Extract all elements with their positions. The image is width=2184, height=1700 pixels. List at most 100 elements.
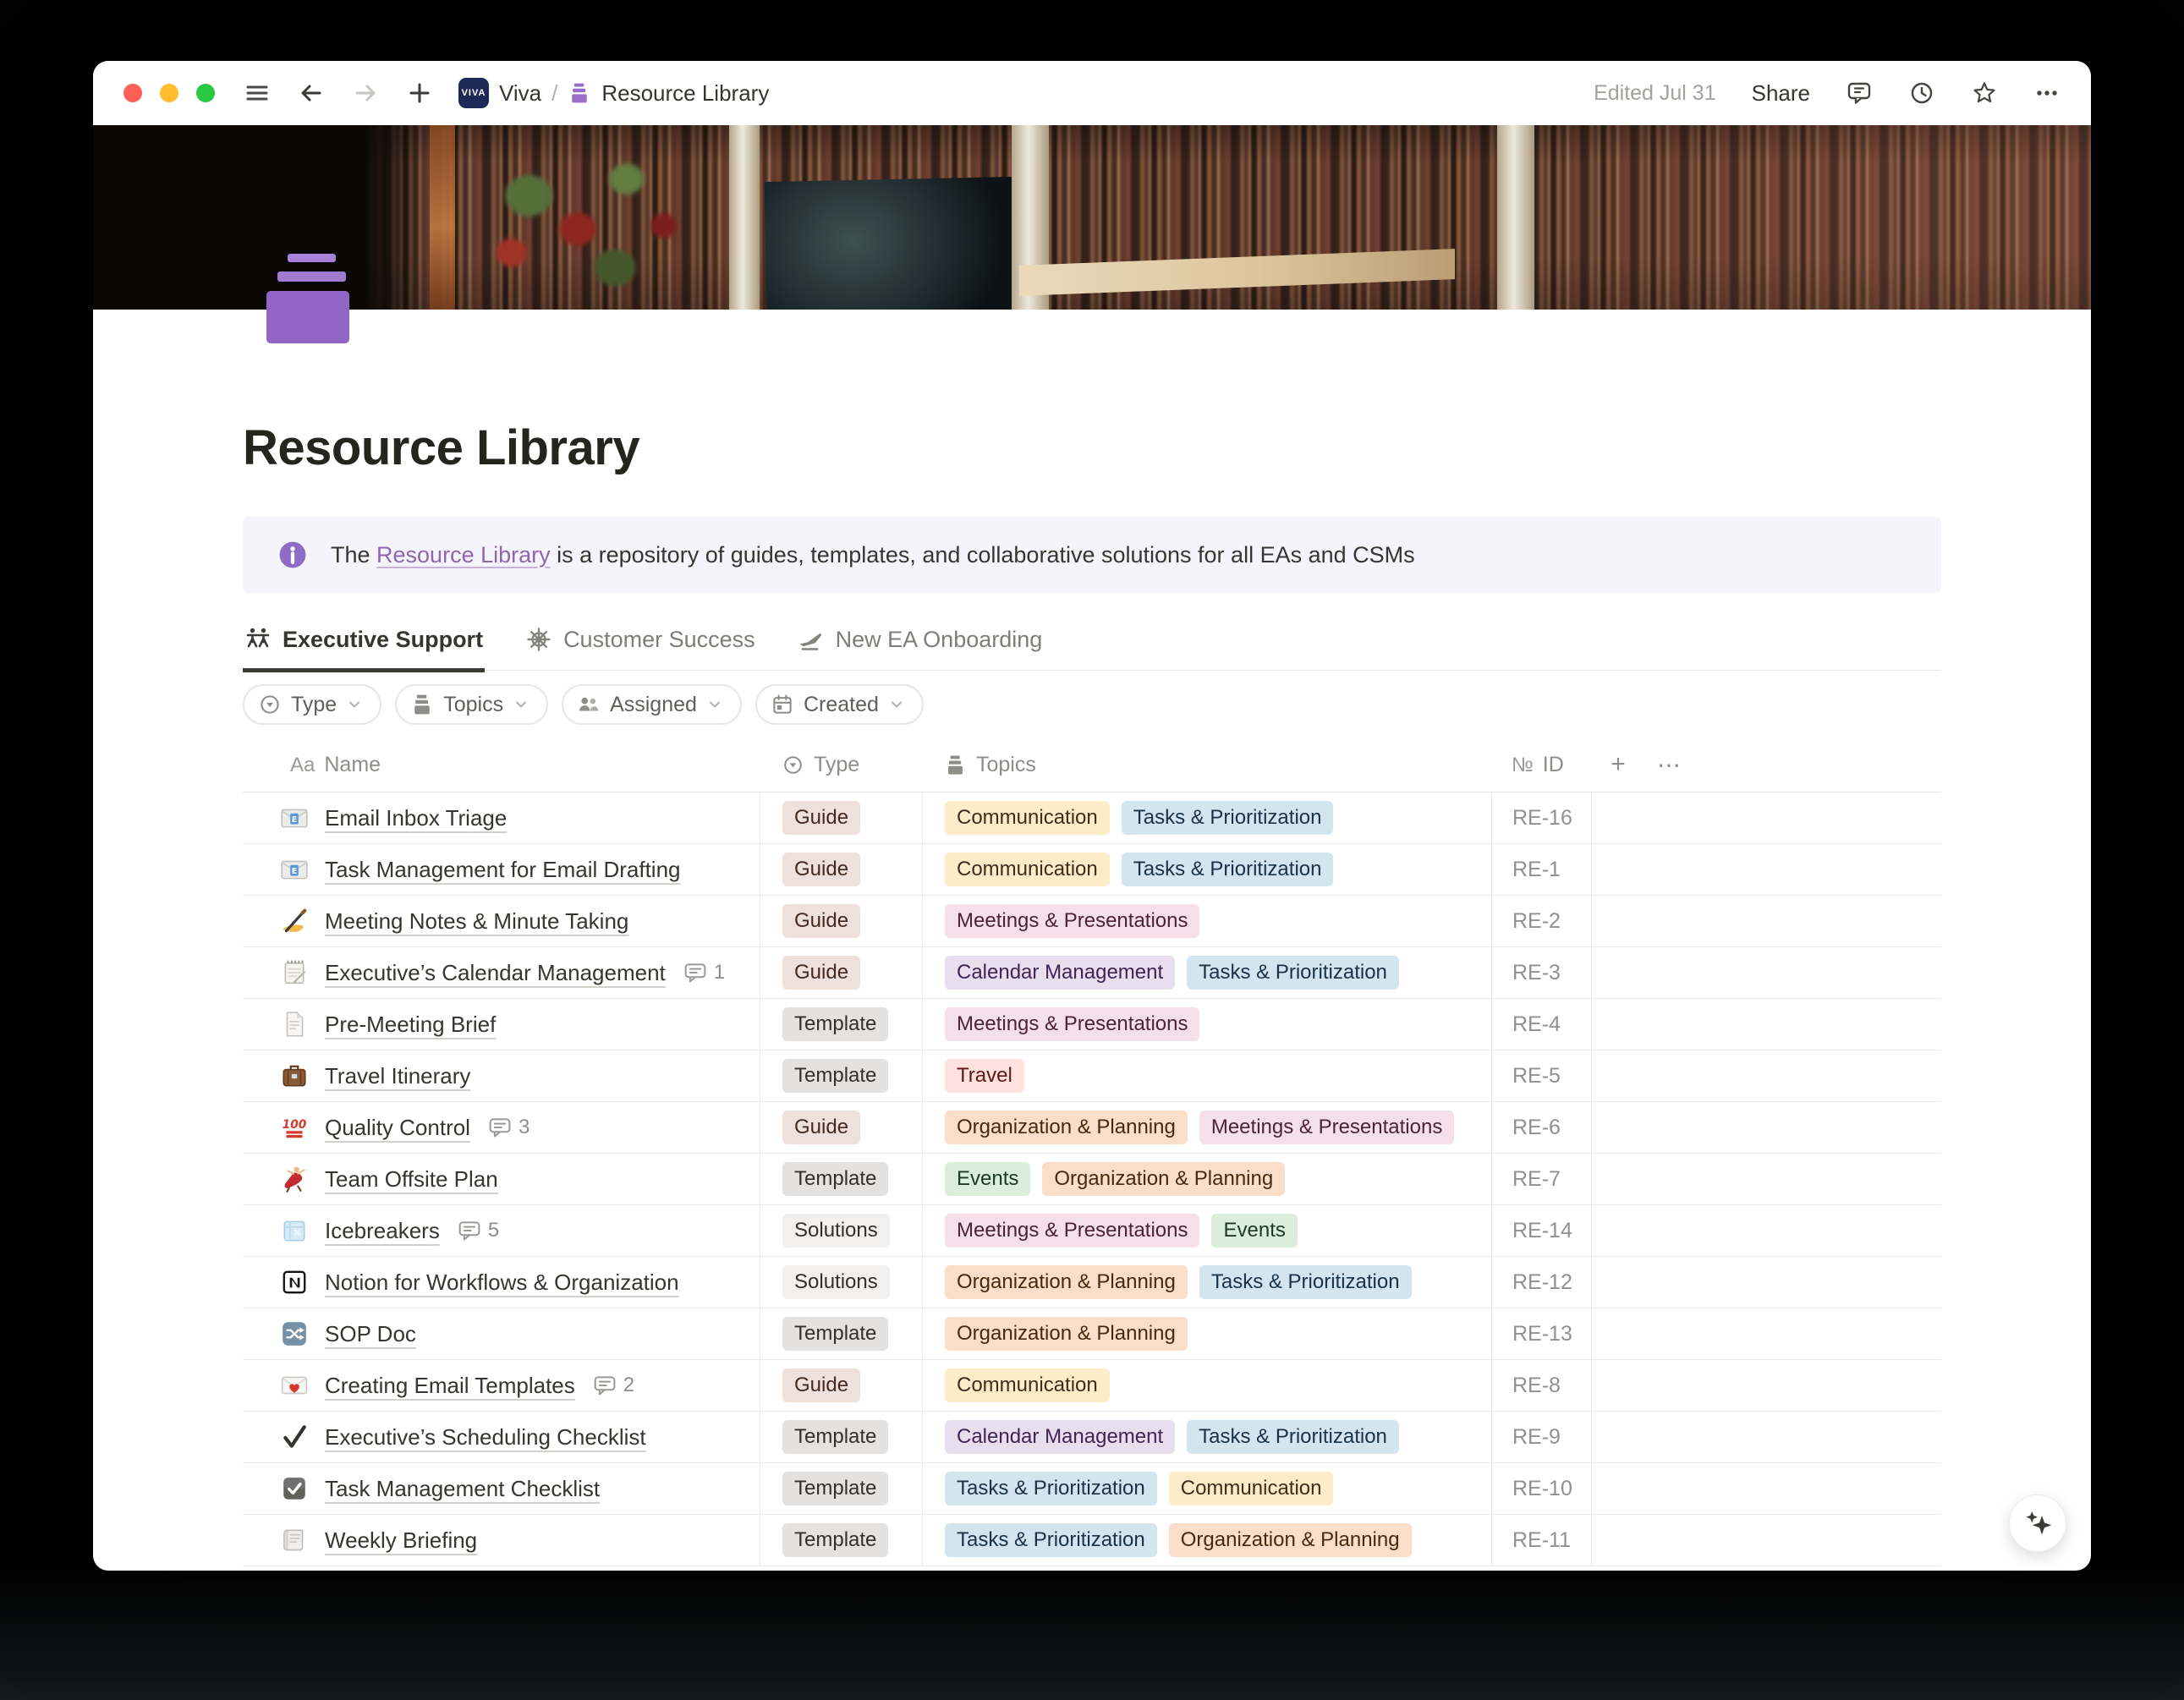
topics-cell[interactable]: Meetings & Presentations — [922, 999, 1491, 1050]
name-cell[interactable]: 100Quality Control3 — [243, 1102, 760, 1153]
type-cell[interactable]: Solutions — [760, 1257, 922, 1308]
table-row[interactable]: SOP DocTemplateOrganization & PlanningRE… — [243, 1308, 1941, 1360]
table-row[interactable]: Executive’s Calendar Management 1 GuideCal… — [243, 947, 1941, 999]
type-cell[interactable]: Guide — [760, 844, 922, 895]
name-cell[interactable]: Weekly Briefing — [243, 1515, 760, 1566]
type-cell[interactable]: Guide — [760, 947, 922, 998]
name-cell[interactable]: EEmail Inbox Triage — [243, 792, 760, 843]
topics-cell[interactable]: Organization & Planning — [922, 1308, 1491, 1359]
tab-customer-success[interactable]: Customer Success — [524, 622, 757, 672]
page-link[interactable]: Notion for Workflows & Organization — [325, 1270, 679, 1296]
topics-cell[interactable]: Calendar ManagementTasks & Prioritizatio… — [922, 1412, 1491, 1462]
topics-cell[interactable]: Tasks & PrioritizationCommunication — [922, 1463, 1491, 1514]
table-row[interactable]: ETask Management for Email DraftingGuide… — [243, 844, 1941, 896]
name-cell[interactable]: Meeting Notes & Minute Taking — [243, 896, 760, 946]
page-link[interactable]: SOP Doc — [325, 1321, 416, 1347]
filter-type[interactable]: Type — [243, 684, 381, 725]
tab-executive-support[interactable]: Executive Support — [243, 622, 485, 672]
tab-new-ea-onboarding[interactable]: New EA Onboarding — [796, 622, 1045, 672]
page-link[interactable]: Executive’s Calendar Management — [325, 960, 666, 986]
page-link[interactable]: Creating Email Templates — [325, 1373, 575, 1399]
topics-cell[interactable]: Meetings & PresentationsEvents — [922, 1205, 1491, 1256]
table-row[interactable]: Creating Email Templates 2 GuideCommunicat… — [243, 1360, 1941, 1412]
sidebar-menu-icon[interactable] — [244, 80, 271, 107]
topics-cell[interactable]: Tasks & PrioritizationOrganization & Pla… — [922, 1515, 1491, 1566]
page-link[interactable]: Email Inbox Triage — [325, 805, 507, 831]
type-cell[interactable]: Template — [760, 1308, 922, 1359]
topics-cell[interactable]: Communication — [922, 1360, 1491, 1411]
name-cell[interactable]: Task Management Checklist — [243, 1463, 760, 1514]
filter-topics[interactable]: Topics — [395, 684, 548, 725]
page-link[interactable]: Meeting Notes & Minute Taking — [325, 908, 628, 935]
type-cell[interactable]: Template — [760, 1515, 922, 1566]
type-cell[interactable]: Guide — [760, 792, 922, 843]
page-link[interactable]: Weekly Briefing — [325, 1527, 477, 1554]
name-cell[interactable]: Executive’s Scheduling Checklist — [243, 1412, 760, 1462]
more-options-icon[interactable] — [2033, 80, 2061, 107]
comments-icon[interactable] — [1846, 80, 1873, 107]
forward-icon[interactable] — [352, 80, 379, 107]
zoom-window-button[interactable] — [196, 84, 215, 102]
table-row[interactable]: Notion for Workflows & Organization Solut… — [243, 1257, 1941, 1308]
back-icon[interactable] — [298, 80, 325, 107]
table-row[interactable]: Executive’s Scheduling Checklist Template… — [243, 1412, 1941, 1463]
type-cell[interactable]: Guide — [760, 896, 922, 946]
filter-assigned[interactable]: Assigned — [562, 684, 742, 725]
workspace-logo[interactable]: VIVA — [458, 78, 489, 108]
minimize-window-button[interactable] — [160, 84, 178, 102]
type-cell[interactable]: Template — [760, 1050, 922, 1101]
page-archive-icon[interactable] — [266, 254, 349, 343]
topics-cell[interactable]: EventsOrganization & Planning — [922, 1154, 1491, 1204]
page-link[interactable]: Icebreakers — [325, 1218, 440, 1244]
name-cell[interactable]: Executive’s Calendar Management 1 — [243, 947, 760, 998]
type-cell[interactable]: Guide — [760, 1360, 922, 1411]
table-row[interactable]: Weekly Briefing TemplateTasks & Prioritiz… — [243, 1515, 1941, 1566]
callout-link[interactable]: Resource Library — [376, 542, 551, 568]
table-row[interactable]: Task Management ChecklistTemplateTasks &… — [243, 1463, 1941, 1515]
topics-cell[interactable]: Meetings & Presentations — [922, 896, 1491, 946]
page-link[interactable]: Executive’s Scheduling Checklist — [325, 1424, 646, 1450]
type-cell[interactable]: Template — [760, 999, 922, 1050]
name-cell[interactable]: Pre-Meeting Brief — [243, 999, 760, 1050]
history-icon[interactable] — [1908, 80, 1935, 107]
page-link[interactable]: Task Management for Email Drafting — [325, 857, 681, 883]
page-title[interactable]: Resource Library — [243, 420, 639, 476]
table-row[interactable]: 100Quality Control3GuideOrganization & P… — [243, 1102, 1941, 1154]
share-button[interactable]: Share — [1752, 80, 1810, 107]
name-cell[interactable]: Team Offsite Plan — [243, 1154, 760, 1204]
column-header-more[interactable]: ⋯ — [1645, 751, 1941, 779]
comment-count-badge[interactable]: 2 — [593, 1374, 634, 1397]
filter-created[interactable]: Created — [755, 684, 924, 725]
topics-cell[interactable]: Organization & PlanningTasks & Prioritiz… — [922, 1257, 1491, 1308]
table-row[interactable]: Travel ItineraryTemplateTravelRE-5 — [243, 1050, 1941, 1102]
comment-count-badge[interactable]: 3 — [488, 1116, 530, 1139]
ai-assistant-button[interactable] — [2009, 1494, 2066, 1552]
type-cell[interactable]: Solutions — [760, 1205, 922, 1256]
topics-cell[interactable]: CommunicationTasks & Prioritization — [922, 792, 1491, 843]
topics-cell[interactable]: Calendar ManagementTasks & Prioritizatio… — [922, 947, 1491, 998]
table-row[interactable]: Team Offsite Plan TemplateEventsOrganizat… — [243, 1154, 1941, 1205]
page-link[interactable]: Travel Itinerary — [325, 1063, 470, 1089]
page-link[interactable]: Pre-Meeting Brief — [325, 1012, 496, 1038]
page-link[interactable]: Team Offsite Plan — [325, 1166, 498, 1193]
breadcrumb-page[interactable]: Resource Library — [601, 80, 769, 107]
new-page-icon[interactable] — [406, 80, 433, 107]
favorite-star-icon[interactable] — [1971, 80, 1998, 107]
topics-cell[interactable]: Organization & PlanningMeetings & Presen… — [922, 1102, 1491, 1153]
name-cell[interactable]: Notion for Workflows & Organization — [243, 1257, 760, 1308]
page-link[interactable]: Task Management Checklist — [325, 1476, 600, 1502]
comment-count-badge[interactable]: 1 — [683, 961, 725, 984]
page-link[interactable]: Quality Control — [325, 1115, 470, 1141]
type-cell[interactable]: Guide — [760, 1102, 922, 1153]
table-row[interactable]: EEmail Inbox TriageGuideCommunicationTas… — [243, 792, 1941, 844]
type-cell[interactable]: Template — [760, 1412, 922, 1462]
type-cell[interactable]: Template — [760, 1154, 922, 1204]
topics-cell[interactable]: CommunicationTasks & Prioritization — [922, 844, 1491, 895]
name-cell[interactable]: Creating Email Templates 2 — [243, 1360, 760, 1411]
name-cell[interactable]: Travel Itinerary — [243, 1050, 760, 1101]
comment-count-badge[interactable]: 5 — [458, 1219, 499, 1242]
close-window-button[interactable] — [123, 84, 142, 102]
table-row[interactable]: Icebreakers 5 SolutionsMeetings & Presenta… — [243, 1205, 1941, 1257]
name-cell[interactable]: Icebreakers 5 — [243, 1205, 760, 1256]
name-cell[interactable]: SOP Doc — [243, 1308, 760, 1359]
